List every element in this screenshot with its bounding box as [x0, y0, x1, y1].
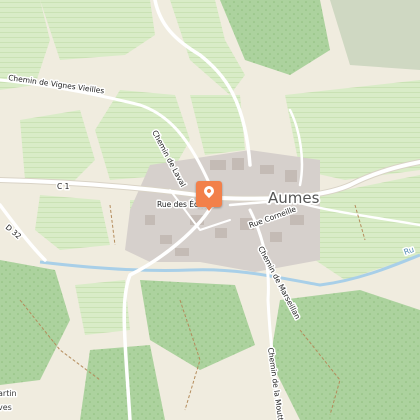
location-marker[interactable]: [196, 181, 222, 211]
map-view[interactable]: Aumes Chemin de Vignes Vieilles Chemin d…: [0, 0, 420, 420]
forest-area: [80, 345, 165, 420]
place-label-partial: artin: [0, 389, 17, 398]
map-pin-icon: [201, 183, 217, 199]
marker-tail: [206, 207, 212, 211]
place-label-partial: ves: [0, 403, 12, 412]
road-label-c1: C 1: [57, 182, 70, 191]
